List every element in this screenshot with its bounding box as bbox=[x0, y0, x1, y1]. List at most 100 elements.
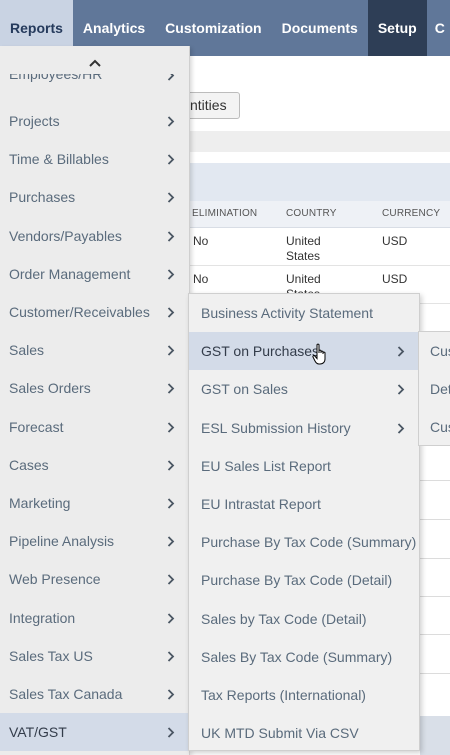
submenu-item-label: Cus bbox=[430, 343, 450, 359]
chevron-right-icon bbox=[167, 727, 175, 738]
submenu-item-label: GST on Sales bbox=[201, 381, 288, 398]
submenu-item-0[interactable]: Cus bbox=[419, 332, 450, 370]
chevron-right-icon bbox=[167, 269, 175, 280]
menu-item-purchases[interactable]: Purchases bbox=[0, 178, 189, 216]
menu-item-projects[interactable]: Projects bbox=[0, 102, 189, 140]
reports-dropdown-menu: Employees/HR Projects Time & Billables Pur… bbox=[0, 46, 190, 755]
chevron-right-icon bbox=[167, 612, 175, 624]
menu-item-pipeline-analysis[interactable]: Pipeline Analysis bbox=[0, 522, 189, 560]
menu-item-sales-orders[interactable]: Sales Orders bbox=[0, 369, 189, 407]
chevron-right-icon bbox=[167, 536, 175, 547]
menu-item-vendors-payables[interactable]: Vendors/Payables bbox=[0, 217, 189, 255]
menu-item-label: Purchases bbox=[9, 189, 76, 206]
submenu-item-label: ESL Submission History bbox=[201, 419, 351, 436]
cell-currency: USD bbox=[382, 272, 408, 286]
chevron-right-icon bbox=[167, 116, 175, 127]
menu-item-label: Projects bbox=[9, 113, 60, 129]
submenu-item-purchase-by-tax-code-summary[interactable]: Purchase By Tax Code (Summary) bbox=[189, 523, 419, 561]
submenu-item-label: GST on Purchases bbox=[201, 343, 320, 360]
submenu-item-gst-on-purchases[interactable]: GST on Purchases bbox=[189, 332, 419, 371]
cell-currency: USD bbox=[382, 234, 408, 248]
menu-item-sales-tax-us[interactable]: Sales Tax US bbox=[0, 637, 189, 675]
table-title-band bbox=[190, 163, 450, 201]
menu-item-label: Cases bbox=[9, 456, 49, 473]
chevron-right-icon bbox=[167, 383, 175, 395]
menu-item-vat-gst[interactable]: VAT/GST bbox=[0, 713, 189, 752]
hand-pointer-icon bbox=[312, 343, 326, 365]
submenu-item-label: Business Activity Statement bbox=[201, 305, 373, 321]
menu-item-web-presence[interactable]: Web Presence bbox=[0, 560, 189, 598]
submenu-item-label: Tax Reports (International) bbox=[201, 687, 366, 703]
submenu-item-esl-submission-history[interactable]: ESL Submission History bbox=[189, 409, 419, 447]
chevron-right-icon bbox=[167, 307, 175, 318]
table-header-row: ELIMINATION COUNTRY CURRENCY bbox=[190, 201, 450, 228]
submenu-item-eu-sales-list-report[interactable]: EU Sales List Report bbox=[189, 447, 419, 485]
submenu-item-sales-by-tax-code-detail[interactable]: Sales by Tax Code (Detail) bbox=[189, 600, 419, 638]
menu-item-sales[interactable]: Sales bbox=[0, 331, 189, 369]
nav-tab-documents[interactable]: Documents bbox=[272, 0, 368, 56]
menu-item-label: Web Presence bbox=[9, 571, 101, 588]
menu-item-label: Integration bbox=[9, 609, 76, 626]
chevron-right-icon bbox=[397, 346, 405, 357]
menu-item-label: Forecast bbox=[9, 418, 64, 435]
submenu-item-business-activity-statement[interactable]: Business Activity Statement bbox=[189, 294, 419, 332]
submenu-item-purchase-by-tax-code-detail[interactable]: Purchase By Tax Code (Detail) bbox=[189, 561, 419, 599]
column-header-elimination[interactable]: ELIMINATION bbox=[192, 201, 257, 227]
cell-elimination: No bbox=[193, 272, 209, 286]
menu-item-time-billables[interactable]: Time & Billables bbox=[0, 140, 189, 178]
submenu-item-gst-on-sales[interactable]: GST on Sales bbox=[189, 370, 419, 408]
menu-item-label: VAT/GST bbox=[9, 724, 67, 741]
nav-tab-setup[interactable]: Setup bbox=[367, 0, 427, 56]
menu-item-forecast[interactable]: Forecast bbox=[0, 408, 189, 446]
menu-item-marketing[interactable]: Marketing bbox=[0, 484, 189, 522]
footer-band bbox=[420, 716, 450, 755]
menu-item-label: Marketing bbox=[9, 495, 71, 511]
submenu-item-2[interactable]: Cus bbox=[419, 408, 450, 445]
submenu-item-label: EU Intrastat Report bbox=[201, 496, 321, 512]
cell-country: United States bbox=[286, 234, 321, 263]
chevron-right-icon bbox=[167, 651, 175, 662]
column-header-currency[interactable]: CURRENCY bbox=[382, 201, 440, 227]
table-row[interactable]: No United States USD bbox=[190, 228, 450, 266]
submenu-item-label: Purchase By Tax Code (Summary) bbox=[201, 534, 417, 551]
menu-item-label: Vendors/Payables bbox=[9, 227, 122, 244]
vat-gst-submenu: Business Activity Statement GST on Purcha… bbox=[188, 293, 420, 751]
chevron-right-icon bbox=[167, 230, 175, 242]
menu-item-label: Employees/HR bbox=[9, 74, 103, 82]
menu-item-label: Customer/Receivables bbox=[9, 304, 150, 320]
menu-item-customer-receivables[interactable]: Customer/Receivables bbox=[0, 293, 189, 331]
chevron-right-icon bbox=[167, 689, 175, 700]
nav-tab-cut-off[interactable]: C bbox=[427, 0, 445, 56]
submenu-item-uk-mtd-submit-via-csv[interactable]: UK MTD Submit Via CSV bbox=[189, 714, 419, 752]
chevron-right-icon bbox=[167, 460, 175, 471]
menu-item-sales-tax-canada[interactable]: Sales Tax Canada bbox=[0, 675, 189, 713]
menu-item-label: Order Management bbox=[9, 265, 131, 282]
submenu-item-tax-reports-international[interactable]: Tax Reports (International) bbox=[189, 676, 419, 714]
chevron-right-icon bbox=[397, 422, 405, 434]
scroll-up-button[interactable] bbox=[0, 54, 189, 74]
chevron-right-icon bbox=[167, 574, 175, 586]
submenu-item-sales-by-tax-code-summary[interactable]: Sales By Tax Code (Summary) bbox=[189, 638, 419, 676]
chevron-right-icon bbox=[397, 384, 405, 396]
menu-item-order-management[interactable]: Order Management bbox=[0, 255, 189, 293]
menu-item-label: Sales Orders bbox=[9, 380, 91, 397]
submenu-item-label: Sales By Tax Code (Summary) bbox=[201, 648, 393, 665]
submenu-item-1[interactable]: Det bbox=[419, 370, 450, 408]
menu-item-label: Pipeline Analysis bbox=[9, 533, 115, 550]
column-header-country[interactable]: COUNTRY bbox=[286, 201, 337, 227]
chevron-right-icon bbox=[167, 192, 175, 204]
chevron-right-icon bbox=[167, 154, 175, 165]
menu-item-integration[interactable]: Integration bbox=[0, 599, 189, 637]
chevron-right-icon bbox=[167, 498, 175, 509]
chevron-right-icon bbox=[167, 74, 175, 81]
cell-elimination: No bbox=[193, 234, 209, 248]
submenu-item-eu-intrastat-report[interactable]: EU Intrastat Report bbox=[189, 485, 419, 523]
gst-on-purchases-submenu: Cus Det Cus bbox=[418, 331, 450, 446]
menu-item-employees-hr[interactable]: Employees/HR bbox=[0, 74, 189, 88]
menu-item-label: Time & Billables bbox=[9, 151, 109, 168]
menu-item-cases[interactable]: Cases bbox=[0, 446, 189, 484]
submenu-item-label: Sales by Tax Code (Detail) bbox=[201, 610, 367, 627]
chevron-right-icon bbox=[167, 421, 175, 433]
menu-item-label: Sales Tax US bbox=[9, 647, 93, 664]
menu-item-label: Sales Tax Canada bbox=[9, 686, 123, 702]
